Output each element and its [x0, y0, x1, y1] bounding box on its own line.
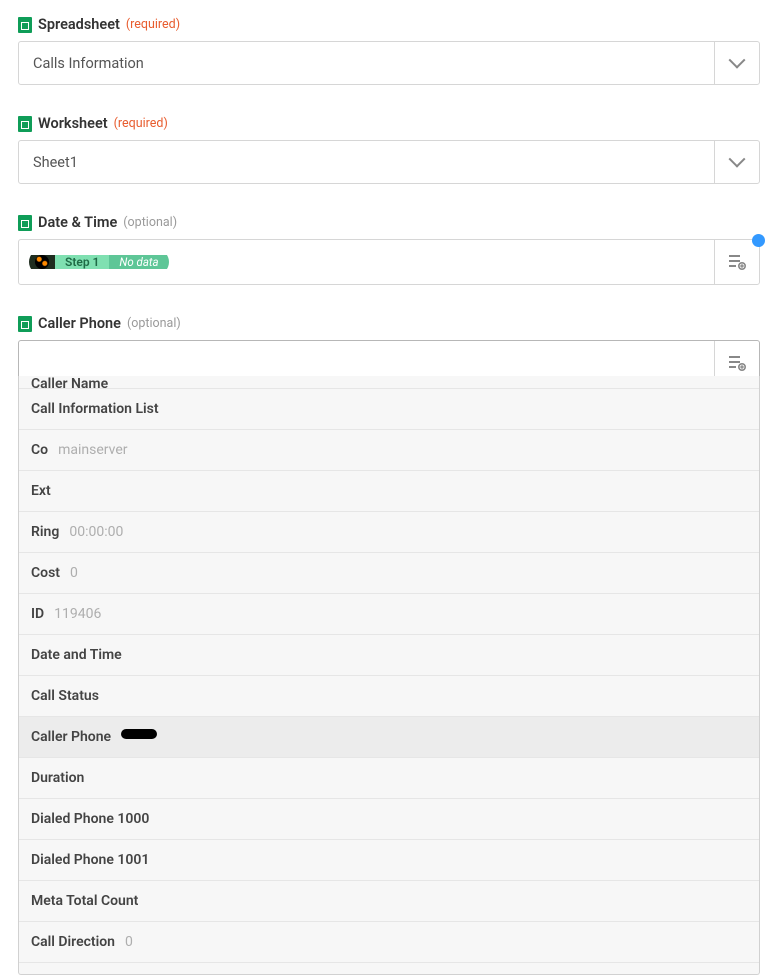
dropdown-item[interactable]: Call Direction 0: [19, 922, 759, 963]
dropdown-item-value: mainserver: [58, 442, 127, 458]
app-icon: [35, 255, 49, 269]
spreadsheet-icon: [18, 17, 32, 33]
dropdown-item[interactable]: Dialed Phone 1001: [19, 840, 759, 881]
dropdown-item-key: Meta Total Count: [31, 893, 138, 909]
field-label-row: Worksheet (required): [18, 115, 760, 132]
spreadsheet-icon: [18, 116, 32, 132]
dropdown-item-key: Dialed Phone 1001: [31, 852, 149, 868]
dropdown-item-value: 119406: [54, 606, 101, 622]
optional-badge: (optional): [127, 316, 181, 331]
dropdown-item-key: Cost: [31, 565, 60, 581]
chevron-down-icon: [729, 151, 746, 168]
dropdown-item[interactable]: Caller Phone: [19, 717, 759, 758]
dropdown-item-key: Co: [31, 442, 48, 458]
dropdown-item[interactable]: Co mainserver: [19, 430, 759, 471]
dropdown-item-key: ID: [31, 606, 44, 622]
insert-data-button[interactable]: [715, 240, 759, 284]
dropdown-item[interactable]: Ext: [19, 471, 759, 512]
dropdown-item-key: Call Status: [31, 688, 99, 704]
dropdown-item[interactable]: Dialed Phone 1000: [19, 799, 759, 840]
dropdown-item[interactable]: Call Status: [19, 676, 759, 717]
spreadsheet-icon: [18, 316, 32, 332]
dropdown-list[interactable]: Caller Name Call Information List Co mainse…: [19, 376, 759, 974]
dropdown-item[interactable]: Duration: [19, 758, 759, 799]
field-label: Worksheet: [38, 115, 108, 132]
pill-logo: [29, 255, 55, 269]
dropdown-item-key: Call Information List: [31, 401, 159, 417]
spreadsheet-select[interactable]: Calls Information: [18, 41, 760, 85]
dropdown-item[interactable]: ID 119406: [19, 594, 759, 635]
select-value: Calls Information: [19, 42, 715, 84]
required-badge: (required): [126, 17, 180, 32]
dropdown-item-key: Call Direction: [31, 934, 115, 950]
dropdown-item[interactable]: Cost 0: [19, 553, 759, 594]
field-label: Spreadsheet: [38, 16, 120, 33]
field-label-row: Spreadsheet (required): [18, 16, 760, 33]
notification-dot-icon: [752, 234, 765, 247]
insert-data-icon: [728, 355, 746, 371]
dropdown-toggle[interactable]: [715, 141, 759, 183]
optional-badge: (optional): [123, 215, 177, 230]
dropdown-item[interactable]: Meta Total Count: [19, 881, 759, 922]
dropdown-item-key: Duration: [31, 770, 84, 786]
insert-data-icon: [728, 254, 746, 270]
dropdown-item-value: 0: [70, 565, 78, 581]
field-label: Date & Time: [38, 214, 117, 231]
field-spreadsheet: Spreadsheet (required) Calls Information: [18, 16, 760, 85]
data-pill[interactable]: Step 1 No data: [29, 249, 169, 275]
dropdown-item-key: Dialed Phone 1000: [31, 811, 149, 827]
pill-note: No data: [109, 255, 168, 269]
dropdown-item-key: Caller Phone: [31, 729, 111, 745]
select-value: Sheet1: [19, 141, 715, 183]
dropdown-item-value: 00:00:00: [69, 524, 123, 540]
input-area[interactable]: Step 1 No data: [19, 240, 715, 284]
spreadsheet-icon: [18, 215, 32, 231]
dropdown-item-key: Ring: [31, 524, 59, 540]
date-time-input[interactable]: Step 1 No data: [18, 239, 760, 285]
field-label-row: Caller Phone (optional): [18, 315, 760, 332]
field-label: Caller Phone: [38, 315, 121, 332]
dropdown-item-key: Date and Time: [31, 647, 122, 663]
pill-step-label: Step 1: [55, 255, 109, 269]
required-badge: (required): [114, 116, 168, 131]
data-field-dropdown: Caller Name Call Information List Co mainse…: [18, 376, 760, 975]
redacted-value: [121, 729, 157, 739]
field-date-time: Date & Time (optional) Step 1 No data: [18, 214, 760, 285]
chevron-down-icon: [729, 52, 746, 69]
dropdown-item[interactable]: Call Information List: [19, 389, 759, 430]
dropdown-item-value: 0: [125, 934, 133, 950]
dropdown-item[interactable]: Caller Name: [19, 376, 759, 389]
field-worksheet: Worksheet (required) Sheet1: [18, 115, 760, 184]
field-label-row: Date & Time (optional): [18, 214, 760, 231]
dropdown-item[interactable]: Date and Time: [19, 635, 759, 676]
worksheet-select[interactable]: Sheet1: [18, 140, 760, 184]
dropdown-item[interactable]: Ring 00:00:00: [19, 512, 759, 553]
dropdown-toggle[interactable]: [715, 42, 759, 84]
dropdown-item-key: Ext: [31, 483, 51, 499]
